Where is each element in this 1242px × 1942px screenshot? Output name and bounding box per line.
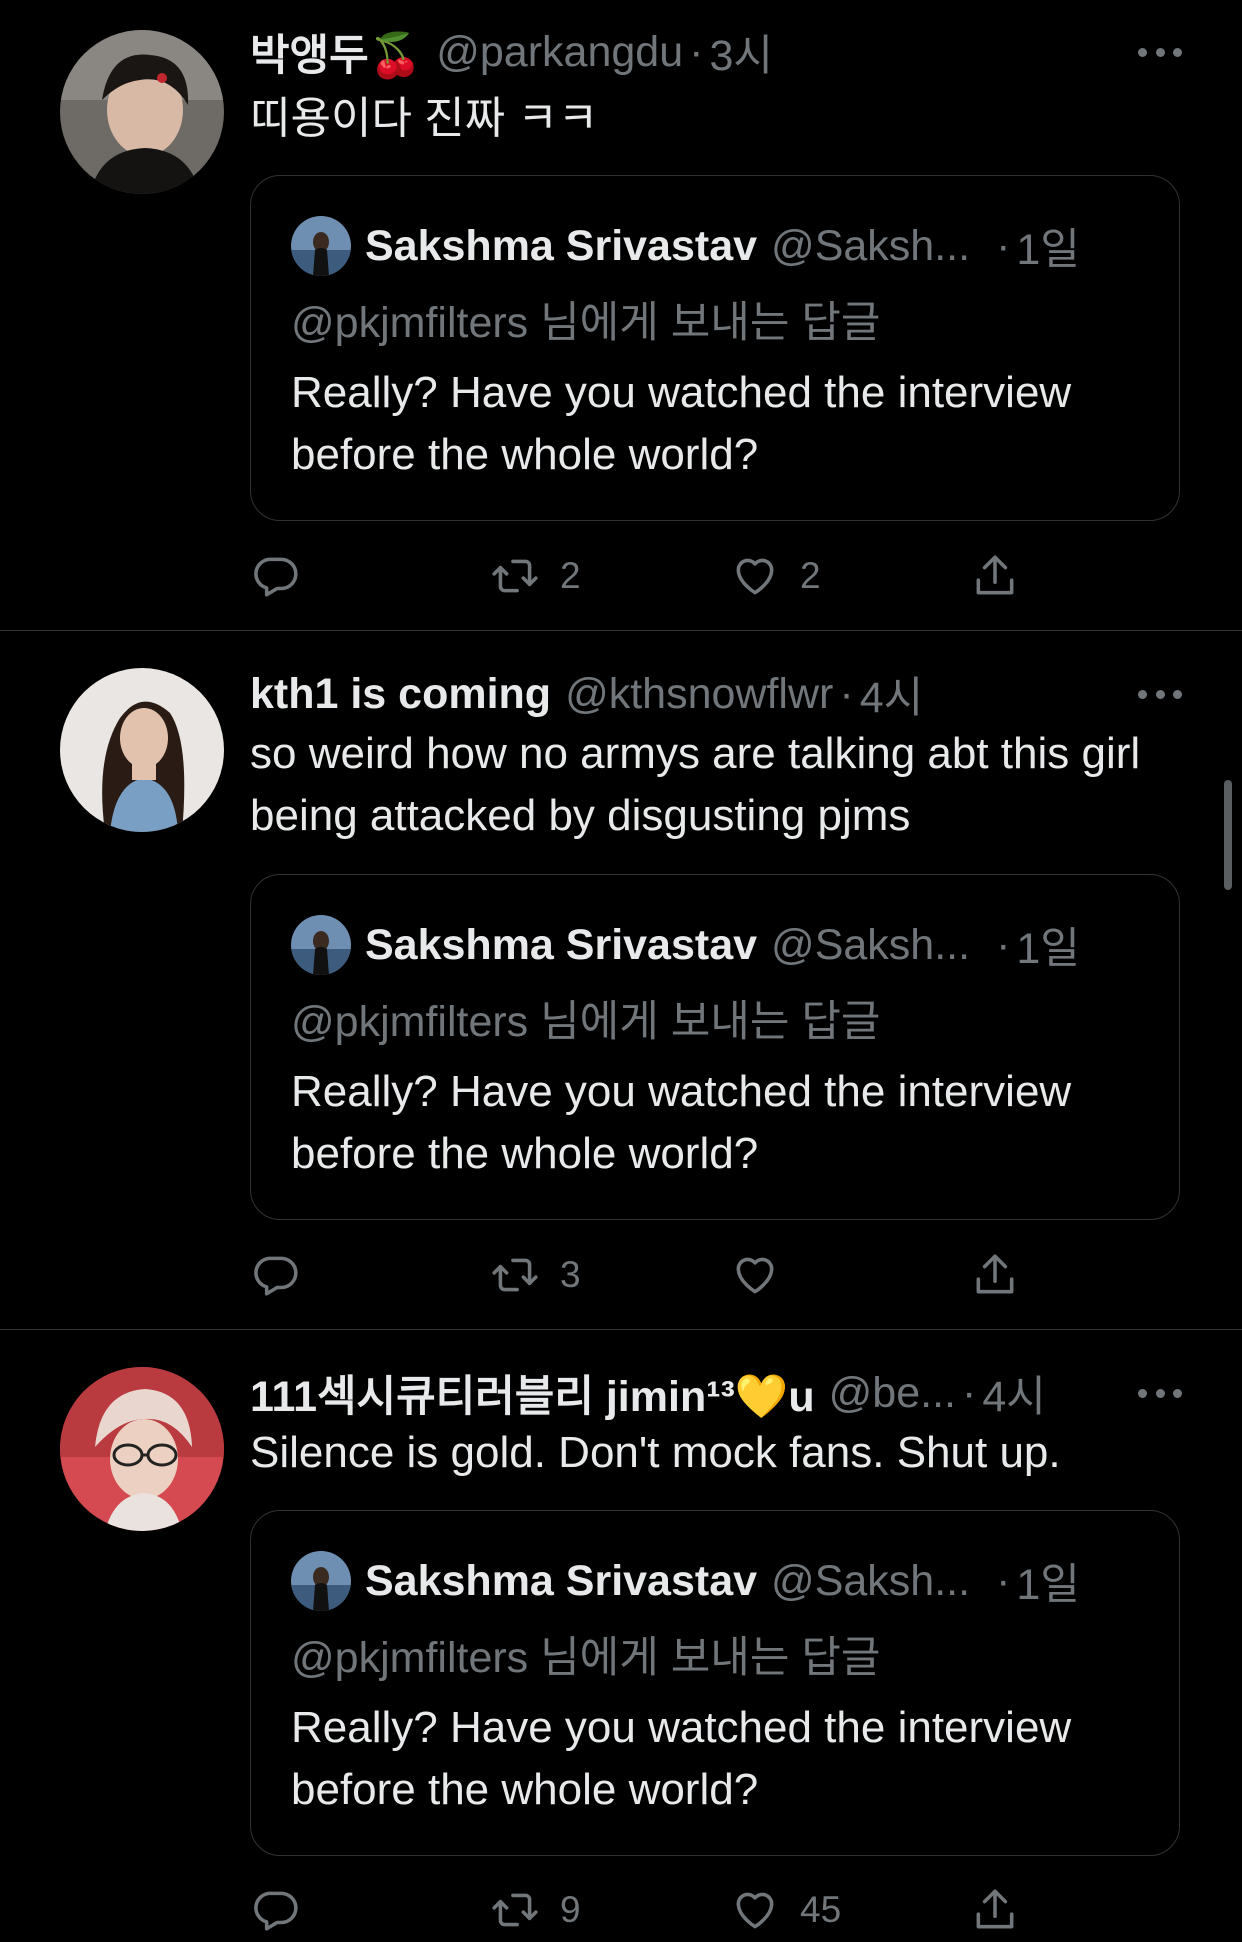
avatar-image xyxy=(60,1367,224,1531)
quoted-timestamp: 1일 xyxy=(1016,226,1080,274)
like-count: 2 xyxy=(800,555,821,596)
quoted-avatar xyxy=(291,915,351,975)
tweet-actions: 9 45 xyxy=(250,1880,1050,1940)
like-button[interactable]: 2 xyxy=(730,546,821,606)
quoted-author-handle: @Saksh... xyxy=(771,221,971,270)
quoted-timestamp: 1일 xyxy=(1016,925,1080,973)
avatar-image xyxy=(60,668,224,832)
retweet-icon xyxy=(492,559,538,593)
timestamp[interactable]: 3시 xyxy=(709,22,772,82)
quoted-author-name: Sakshma Srivastav xyxy=(365,221,758,270)
quoted-tweet-text: Really? Have you watched the interview b… xyxy=(291,368,1072,479)
heart-icon xyxy=(736,558,774,595)
quoted-tweet-header: Sakshma Srivastav @Saksh... · 1일 xyxy=(291,915,1139,975)
quoted-tweet-text: Really? Have you watched the interview b… xyxy=(291,1703,1072,1814)
retweet-icon xyxy=(492,1893,538,1927)
quoted-tweet[interactable]: Sakshma Srivastav @Saksh... · 1일 @pkjmfi… xyxy=(250,1510,1180,1856)
retweet-icon xyxy=(492,1258,538,1292)
avatar[interactable] xyxy=(60,1367,224,1531)
timestamp[interactable]: 4시 xyxy=(982,1363,1045,1423)
separator-dot: · xyxy=(996,1556,1011,1605)
reply-icon xyxy=(254,1891,298,1931)
quoted-tweet[interactable]: Sakshma Srivastav @Saksh... · 1일 @pkjmfi… xyxy=(250,874,1180,1220)
tweet-header: 111섹시큐티러블리 jimin¹³💛u @be... · 4시 xyxy=(250,1363,1162,1423)
reply-context: @pkjmfilters 님에게 보내는 답글 xyxy=(291,1634,881,1682)
share-button[interactable] xyxy=(970,1245,1020,1305)
tweet-header: kth1 is coming @kthsnowflwr · 4시 xyxy=(250,664,1162,724)
quoted-timestamp: 1일 xyxy=(1016,1561,1080,1609)
share-button[interactable] xyxy=(970,546,1020,606)
quoted-author-name: Sakshma Srivastav xyxy=(365,920,758,969)
retweet-button[interactable]: 3 xyxy=(490,1245,581,1305)
retweet-count: 9 xyxy=(560,1889,581,1930)
share-icon xyxy=(976,555,1014,595)
retweet-count: 2 xyxy=(560,555,581,596)
quoted-tweet-text: Really? Have you watched the interview b… xyxy=(291,1067,1072,1178)
like-button[interactable]: 45 xyxy=(730,1880,841,1940)
share-icon xyxy=(976,1254,1014,1294)
like-button[interactable] xyxy=(730,1245,800,1305)
retweet-button[interactable]: 9 xyxy=(490,1880,581,1940)
reply-context: @pkjmfilters 님에게 보내는 답글 xyxy=(291,998,881,1046)
timestamp[interactable]: 4시 xyxy=(860,664,923,724)
quoted-tweet[interactable]: Sakshma Srivastav @Saksh... · 1일 @pkjmfi… xyxy=(250,175,1180,521)
quoted-avatar xyxy=(291,216,351,276)
tweet-text: Silence is gold. Don't mock fans. Shut u… xyxy=(250,1428,1061,1477)
separator-dot: · xyxy=(689,27,704,76)
reply-context: @pkjmfilters 님에게 보내는 답글 xyxy=(291,299,881,347)
reply-button[interactable] xyxy=(250,1245,300,1305)
avatar[interactable] xyxy=(60,30,224,194)
retweet-button[interactable]: 2 xyxy=(490,546,581,606)
separator-dot: · xyxy=(996,221,1011,270)
more-icon[interactable] xyxy=(1138,1363,1182,1423)
quoted-author-name: Sakshma Srivastav xyxy=(365,1556,758,1605)
reply-button[interactable] xyxy=(250,1880,300,1940)
author-name[interactable]: kth1 is coming xyxy=(250,670,551,719)
more-icon[interactable] xyxy=(1138,664,1182,724)
separator-dot: · xyxy=(961,1368,977,1417)
quoted-author-handle: @Saksh... xyxy=(771,1556,971,1605)
separator-dot: · xyxy=(996,920,1011,969)
author-handle[interactable]: @kthsnowflwr xyxy=(565,670,833,719)
avatar[interactable] xyxy=(60,668,224,832)
heart-icon xyxy=(736,1892,774,1929)
tweet-actions: 3 xyxy=(250,1245,1050,1305)
more-icon[interactable] xyxy=(1138,22,1182,82)
quoted-tweet-header: Sakshma Srivastav @Saksh... · 1일 xyxy=(291,216,1139,276)
tweet-text: so weird how no armys are talking abt th… xyxy=(250,729,1141,840)
retweet-count: 3 xyxy=(560,1254,581,1295)
author-handle[interactable]: @parkangdu xyxy=(436,28,683,77)
reply-icon xyxy=(254,557,298,597)
avatar-image xyxy=(60,30,224,194)
scrollbar[interactable] xyxy=(1224,780,1232,890)
author-handle[interactable]: @be... xyxy=(829,1369,956,1418)
reply-button[interactable] xyxy=(250,546,300,606)
author-name[interactable]: 111섹시큐티러블리 jimin¹³💛u xyxy=(250,1363,815,1423)
heart-icon xyxy=(736,1257,774,1294)
separator-dot: · xyxy=(839,669,854,718)
share-button[interactable] xyxy=(970,1880,1020,1940)
quoted-avatar xyxy=(291,1551,351,1611)
reply-icon xyxy=(254,1256,298,1296)
tweet[interactable]: 111섹시큐티러블리 jimin¹³💛u @be... · 4시 Silence… xyxy=(0,1330,1242,1942)
tweet-header: 박앵두🍒 @parkangdu · 3시 xyxy=(250,22,1162,82)
tweet[interactable]: kth1 is coming @kthsnowflwr · 4시 so weir… xyxy=(0,631,1242,1329)
tweet-actions: 2 2 xyxy=(250,546,1050,606)
tweet[interactable]: 박앵두🍒 @parkangdu · 3시 띠용이다 진짜 ㅋㅋ Sakshma … xyxy=(0,0,1242,630)
quoted-tweet-header: Sakshma Srivastav @Saksh... · 1일 xyxy=(291,1551,1139,1611)
tweet-text: 띠용이다 진짜 ㅋㅋ xyxy=(250,94,599,143)
author-name[interactable]: 박앵두🍒 xyxy=(250,22,422,82)
share-icon xyxy=(976,1889,1014,1929)
like-count: 45 xyxy=(800,1889,842,1930)
quoted-author-handle: @Saksh... xyxy=(771,920,971,969)
